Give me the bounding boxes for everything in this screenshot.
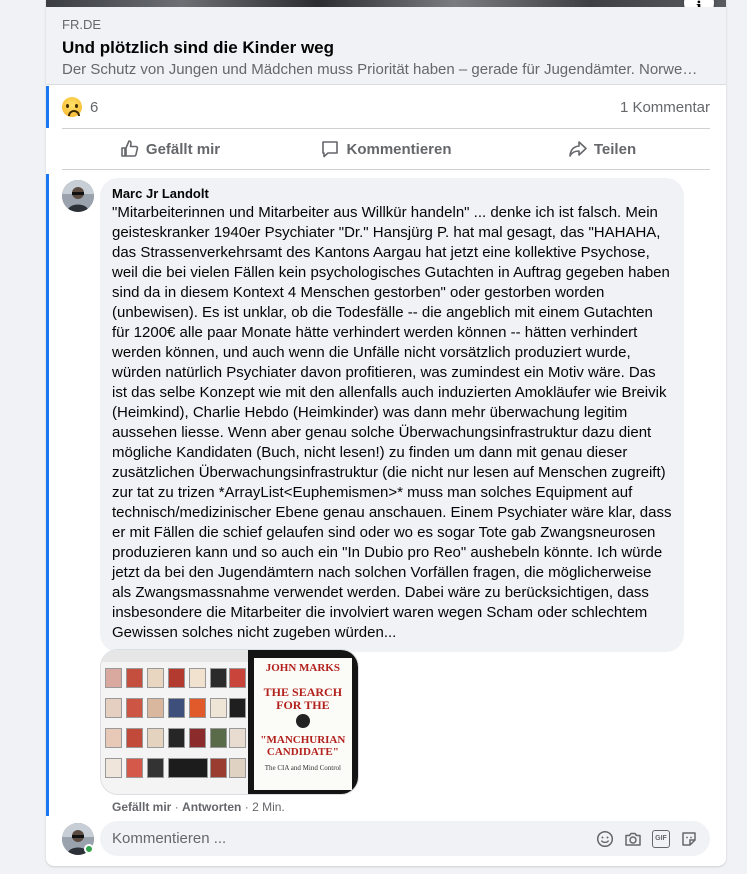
avatar-image <box>62 180 94 212</box>
comment-count-link[interactable]: 1 Kommentar <box>620 99 710 116</box>
focus-accent-bar <box>46 86 49 128</box>
share-icon <box>569 141 587 157</box>
book-emblem <box>295 714 310 728</box>
comment-icon <box>322 141 339 158</box>
comment-input[interactable] <box>112 830 596 847</box>
comment-timestamp[interactable]: 2 Min. <box>252 800 285 814</box>
comment-meta: Gefällt mir · Antworten · 2 Min. <box>112 800 285 814</box>
thumbs-up-icon <box>121 140 139 157</box>
comment-accent-bar <box>46 174 49 816</box>
comment-image-attachment[interactable]: JOHN MARKS THE SEARCH FOR THE "MANCHURIA… <box>100 649 359 795</box>
online-status-dot <box>84 844 94 854</box>
link-preview-image[interactable] <box>46 0 726 7</box>
comment-bubble: Marc Jr Landolt "Mitarbeiterinnen und Mi… <box>100 178 684 652</box>
share-button[interactable]: Teilen <box>494 129 710 169</box>
camera-icon[interactable] <box>624 830 642 848</box>
reaction-count: 6 <box>90 98 99 116</box>
link-description: Der Schutz von Jungen und Mädchen muss P… <box>62 61 702 78</box>
book-cover-panel: JOHN MARKS THE SEARCH FOR THE "MANCHURIA… <box>247 650 358 794</box>
avatar[interactable] <box>62 180 94 212</box>
sad-reaction-icon <box>62 97 82 117</box>
comment-label: Kommentieren <box>346 140 452 158</box>
share-label: Teilen <box>593 140 637 158</box>
action-bar: Gefällt mir Kommentieren Teilen <box>62 128 710 170</box>
book-cover: JOHN MARKS THE SEARCH FOR THE "MANCHURIA… <box>253 658 352 790</box>
book-title-bottom: "MANCHURIAN CANDIDATE" <box>260 734 346 758</box>
reactions-row: 6 1 Kommentar <box>62 86 710 128</box>
link-title[interactable]: Und plötzlich sind die Kinder weg <box>62 38 710 58</box>
emoji-icon[interactable] <box>596 830 614 848</box>
comment-reply-link[interactable]: Antworten <box>182 800 241 814</box>
composer-icons: GIF <box>596 829 698 848</box>
post-card: i FR.DE Und plötzlich sind die Kinder we… <box>46 0 726 866</box>
book-author: JOHN MARKS <box>265 662 340 674</box>
comment-button[interactable]: Kommentieren <box>278 129 494 169</box>
book-title-top: THE SEARCH FOR THE <box>263 685 343 712</box>
comment-text: "Mitarbeiterinnen und Mitarbeiter aus Wi… <box>112 204 672 641</box>
link-domain: FR.DE <box>62 17 101 32</box>
screenshot-collage <box>101 650 249 794</box>
reaction-summary[interactable]: 6 <box>62 97 98 117</box>
sticker-icon[interactable] <box>680 830 698 848</box>
comment-composer: GIF <box>100 821 710 856</box>
like-button[interactable]: Gefällt mir <box>62 129 278 169</box>
gif-icon[interactable]: GIF <box>652 829 670 848</box>
comment-like-link[interactable]: Gefällt mir <box>112 800 171 814</box>
book-subtitle: The CIA and Mind Control <box>264 764 341 772</box>
link-preview[interactable]: FR.DE Und plötzlich sind die Kinder weg … <box>46 7 726 85</box>
comment-author[interactable]: Marc Jr Landolt <box>112 186 672 202</box>
like-label: Gefällt mir <box>145 140 221 158</box>
